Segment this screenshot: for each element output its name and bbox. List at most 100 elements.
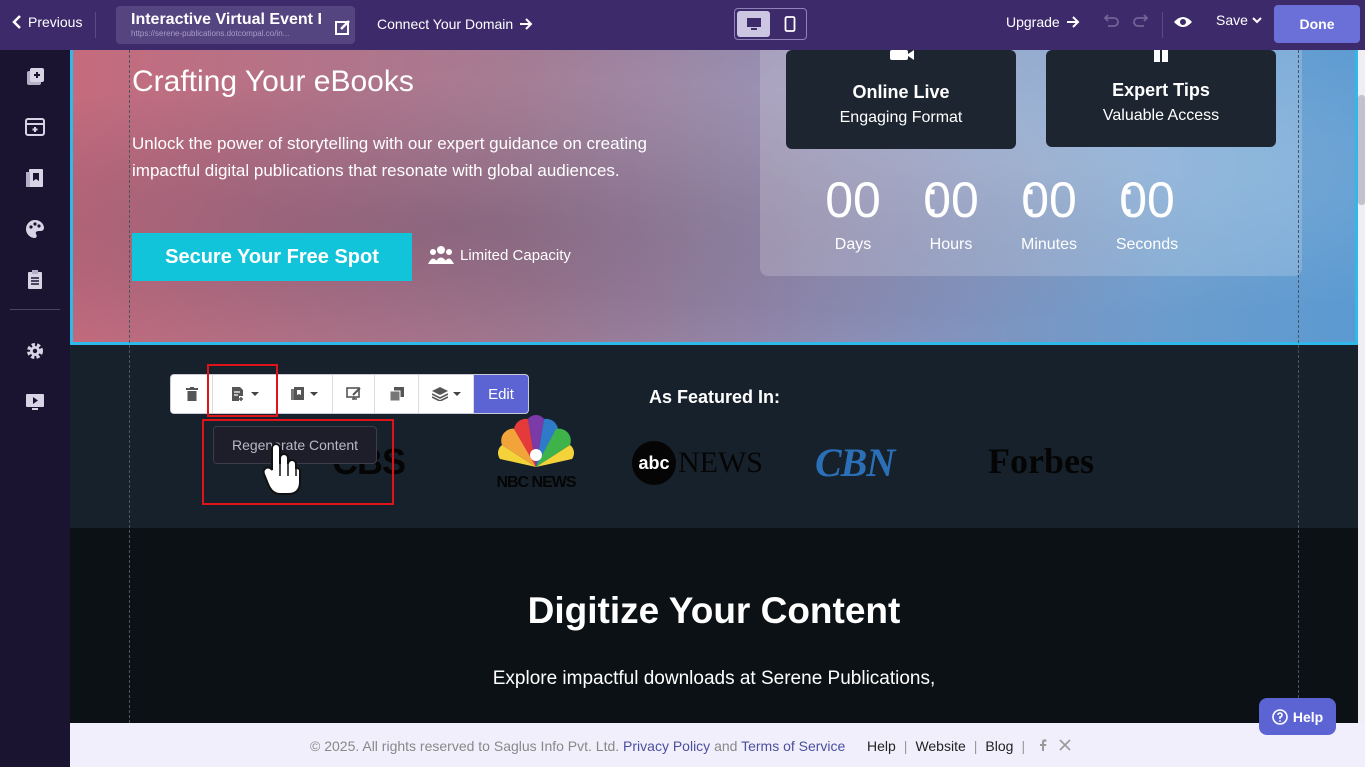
previous-button[interactable]: Previous [12,14,82,30]
preview-eye-icon[interactable] [1173,14,1193,30]
digitize-section[interactable]: Digitize Your Content Explore impactful … [70,528,1358,723]
vertical-scrollbar[interactable] [1358,50,1365,723]
feature-card: Expert Tips Valuable Access [1046,50,1276,147]
arrow-right-icon [520,18,533,30]
template-button[interactable] [277,375,333,413]
bookmark-pages-icon[interactable] [24,167,46,189]
footer-links: Help | Website | Blog | [867,738,1071,754]
gear-icon[interactable] [24,340,46,362]
featured-title: As Featured In: [649,387,781,407]
site-url: https://serene-publications.dotcompal.co… [131,29,290,38]
secure-spot-button[interactable]: Secure Your Free Spot [132,233,412,281]
chevron-down-icon [310,392,318,396]
terms-link[interactable]: Terms of Service [741,738,845,754]
event-info-panel: Online Live Engaging Format Expert Tips … [760,50,1302,276]
site-title-box[interactable]: Interactive Virtual Event F... https://s… [116,6,355,44]
abc-circle: abc [632,441,676,485]
hero-paragraph: Unlock the power of storytelling with ou… [132,134,648,180]
layers-button[interactable] [419,375,474,413]
footer-separator: | [1021,738,1026,754]
desktop-view-button[interactable] [737,11,770,37]
save-button[interactable]: Save [1216,12,1262,28]
duplicate-button[interactable] [375,375,419,413]
chevron-left-icon [12,15,21,29]
countdown-seconds: 00 [1119,172,1175,228]
facebook-icon[interactable] [1039,739,1047,751]
digitize-title: Digitize Your Content [527,590,901,631]
guide-line [1298,50,1299,723]
divider [1162,12,1163,38]
scrollbar-thumb[interactable] [1358,95,1365,205]
upgrade-label: Upgrade [1006,14,1060,30]
bookmark-pages-icon [291,387,304,400]
cbn-logo: CBN [815,440,895,485]
help-label: Help [1292,708,1324,725]
footer-copyright: © 2025. All rights reserved to Saglus In… [310,738,845,754]
undo-icon[interactable] [1102,14,1120,30]
limited-capacity-label: Limited Capacity [460,246,571,264]
highlight-box [207,364,278,417]
connect-domain-label: Connect Your Domain [377,16,514,32]
style-edit-button[interactable] [333,375,375,413]
mobile-icon [784,16,796,32]
previous-label: Previous [28,14,83,30]
edit-style-icon [345,387,361,400]
countdown-seconds-label: Seconds [1115,236,1179,253]
clipboard-icon[interactable] [24,269,46,291]
upgrade-button[interactable]: Upgrade [1006,14,1080,30]
desktop-icon [746,18,761,30]
chevron-down-icon [452,392,461,396]
website-link[interactable]: Website [915,738,965,754]
hero-section[interactable]: Crafting Your eBooks Unlock the power of… [70,50,1358,345]
limited-capacity: Limited Capacity [428,245,571,265]
mobile-view-button[interactable] [775,11,805,37]
redo-icon[interactable] [1132,14,1150,30]
trash-icon [185,387,198,401]
copy-icon [389,387,404,401]
help-link[interactable]: Help [867,738,896,754]
countdown-hours: 00 [923,172,979,228]
countdown-minutes-label: Minutes [1020,236,1078,253]
palette-icon[interactable] [24,218,46,240]
device-toggle [734,8,807,40]
edit-button[interactable]: Edit [474,375,528,413]
section-icon[interactable] [24,116,46,138]
countdown-hours-label: Hours [929,236,973,253]
divider [95,12,96,38]
abc-news-logo: abc NEWS [632,441,763,485]
footer-separator: | [903,738,908,754]
gift-icon [1154,50,1168,62]
edit-icon[interactable] [334,18,352,36]
done-button[interactable]: Done [1274,5,1360,43]
card-title: Online Live [852,82,950,102]
question-circle-icon [1272,708,1288,725]
presentation-icon[interactable] [24,391,46,413]
nbc-news-logo: NBC NEWS [488,415,584,495]
countdown-minutes: 00 [1021,172,1077,228]
card-subtitle: Engaging Format [839,109,963,126]
countdown-days: 00 [825,172,881,228]
add-page-icon[interactable] [24,66,46,88]
card-subtitle: Valuable Access [1102,107,1220,124]
x-twitter-icon[interactable] [1059,739,1071,751]
footer-separator: | [973,738,978,754]
save-label: Save [1216,12,1248,28]
nbc-peacock-icon [498,415,574,467]
digitize-paragraph: Explore impactful downloads at Serene Pu… [492,668,936,689]
abc-news-text: NEWS [678,446,763,479]
copyright-text: © 2025. All rights reserved to Saglus In… [310,738,620,754]
card-title: Expert Tips [1112,80,1210,100]
privacy-policy-link[interactable]: Privacy Policy [623,738,710,754]
guide-line [129,50,130,723]
footer: © 2025. All rights reserved to Saglus In… [70,723,1365,767]
feature-card: Online Live Engaging Format [786,50,1016,149]
countdown-days-label: Days [834,236,872,253]
forbes-logo: Forbes [988,441,1094,481]
blog-link[interactable]: Blog [985,738,1013,754]
help-button[interactable]: Help [1259,698,1336,735]
arrow-right-icon [1066,16,1080,28]
connect-domain-button[interactable]: Connect Your Domain [377,16,533,32]
chevron-down-icon [1252,17,1262,24]
hand-cursor-icon [262,443,301,495]
layers-icon [431,387,448,401]
